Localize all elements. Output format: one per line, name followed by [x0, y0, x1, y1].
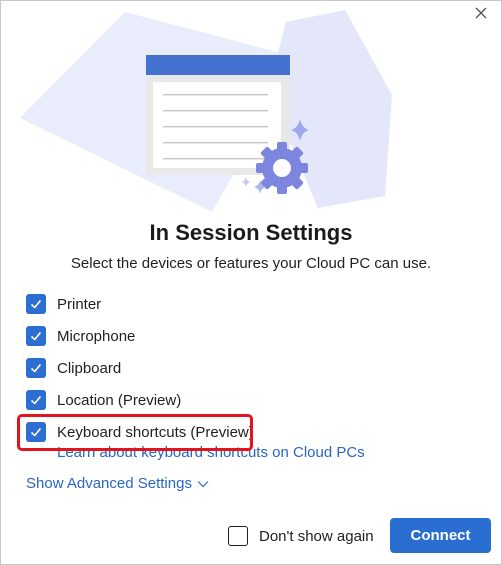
- dont-show-again-checkbox[interactable]: [228, 526, 248, 546]
- location-checkbox[interactable]: [26, 390, 46, 410]
- microphone-checkbox[interactable]: [26, 326, 46, 346]
- location-label: Location (Preview): [57, 391, 182, 409]
- option-microphone[interactable]: Microphone: [26, 325, 135, 347]
- gear-icon: [256, 142, 308, 194]
- checkmark-icon: [30, 299, 42, 309]
- checkmark-icon: [30, 395, 42, 405]
- chevron-down-icon: [197, 480, 209, 487]
- show-advanced-settings-link[interactable]: Show Advanced Settings: [26, 475, 209, 492]
- clipboard-label: Clipboard: [57, 359, 122, 377]
- highlight-box: [17, 414, 253, 451]
- microphone-label: Microphone: [57, 327, 136, 345]
- clipboard-checkbox[interactable]: [26, 358, 46, 378]
- dont-show-again-option[interactable]: Don't show again: [228, 525, 374, 547]
- printer-label: Printer: [57, 295, 102, 313]
- dont-show-again-label: Don't show again: [259, 527, 374, 545]
- checkmark-icon: [30, 363, 42, 373]
- dialog-subtitle: Select the devices or features your Clou…: [70, 255, 432, 272]
- option-printer[interactable]: Printer: [26, 293, 101, 315]
- connect-button[interactable]: Connect: [390, 518, 491, 553]
- option-location[interactable]: Location (Preview): [26, 389, 181, 411]
- dialog-title: In Session Settings: [149, 220, 353, 245]
- settings-window-gear-illustration: [20, 10, 392, 212]
- option-clipboard[interactable]: Clipboard: [26, 357, 121, 379]
- printer-checkbox[interactable]: [26, 294, 46, 314]
- checkmark-icon: [30, 331, 42, 341]
- advanced-settings-label: Show Advanced Settings: [26, 475, 192, 492]
